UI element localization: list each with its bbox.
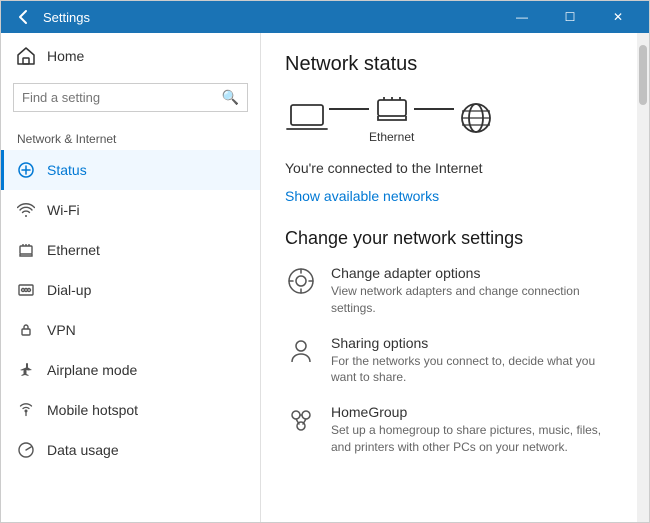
adapter-options-icon xyxy=(285,265,317,297)
homegroup-svg-icon xyxy=(286,405,316,435)
sidebar-item-ethernet-label: Ethernet xyxy=(47,242,100,258)
laptop-icon-group xyxy=(285,101,329,135)
sidebar-item-airplane-label: Airplane mode xyxy=(47,362,137,378)
sidebar-item-hotspot-label: Mobile hotspot xyxy=(47,402,138,418)
sidebar-item-ethernet[interactable]: Ethernet xyxy=(1,230,260,270)
sidebar-item-dialup-label: Dial-up xyxy=(47,282,91,298)
adapter-options-item: Change adapter options View network adap… xyxy=(285,265,613,317)
homegroup-item: HomeGroup Set up a homegroup to share pi… xyxy=(285,404,613,456)
window-controls: — ☐ ✕ xyxy=(499,1,641,33)
laptop-icon xyxy=(285,101,329,135)
ethernet-icon xyxy=(17,241,35,259)
sidebar-item-status[interactable]: Status xyxy=(1,150,260,190)
net-line-2 xyxy=(414,108,454,110)
ethernet-diagram-label: Ethernet xyxy=(369,130,414,144)
back-button[interactable] xyxy=(9,3,37,31)
sharing-options-title: Sharing options xyxy=(331,335,613,351)
globe-icon xyxy=(454,101,498,135)
home-label: Home xyxy=(47,48,84,64)
homegroup-text: HomeGroup Set up a homegroup to share pi… xyxy=(331,404,613,456)
adapter-options-desc: View network adapters and change connect… xyxy=(331,283,613,317)
router-icon xyxy=(374,92,410,126)
show-networks-link[interactable]: Show available networks xyxy=(285,188,439,204)
sharing-options-icon xyxy=(285,335,317,367)
connected-text: You're connected to the Internet xyxy=(285,160,613,176)
sidebar-item-airplane[interactable]: Airplane mode xyxy=(1,350,260,390)
status-icon xyxy=(17,161,35,179)
change-settings-title: Change your network settings xyxy=(285,228,613,249)
datausage-icon xyxy=(17,441,35,459)
section-title: Network status xyxy=(285,53,613,76)
homegroup-desc: Set up a homegroup to share pictures, mu… xyxy=(331,422,613,456)
sidebar-item-home[interactable]: Home xyxy=(1,33,260,79)
router-icon-group: Ethernet xyxy=(369,92,414,144)
network-diagram: Ethernet xyxy=(285,92,613,144)
search-icon: 🔍 xyxy=(214,89,247,106)
homegroup-title: HomeGroup xyxy=(331,404,613,420)
sidebar-item-datausage[interactable]: Data usage xyxy=(1,430,260,470)
home-icon xyxy=(17,47,35,65)
titlebar: Settings — ☐ ✕ xyxy=(1,1,649,33)
vpn-icon xyxy=(17,321,35,339)
sidebar: Home 🔍 Network & Internet Status xyxy=(1,33,261,522)
window-title: Settings xyxy=(43,10,499,25)
adapter-icon xyxy=(286,266,316,296)
sidebar-item-datausage-label: Data usage xyxy=(47,442,119,458)
search-box: 🔍 xyxy=(13,83,248,112)
net-line-1 xyxy=(329,108,369,110)
adapter-options-title: Change adapter options xyxy=(331,265,613,281)
sidebar-item-status-label: Status xyxy=(47,162,87,178)
sharing-icon xyxy=(286,336,316,366)
settings-window: Settings — ☐ ✕ Home 🔍 Network & xyxy=(0,0,650,523)
sidebar-item-vpn[interactable]: VPN xyxy=(1,310,260,350)
scrollbar[interactable] xyxy=(637,33,649,522)
content-area: Home 🔍 Network & Internet Status xyxy=(1,33,649,522)
homegroup-icon xyxy=(285,404,317,436)
sidebar-item-wifi-label: Wi-Fi xyxy=(47,202,80,218)
search-input[interactable] xyxy=(14,84,214,111)
hotspot-icon xyxy=(17,401,35,419)
sidebar-item-wifi[interactable]: Wi-Fi xyxy=(1,190,260,230)
maximize-button[interactable]: ☐ xyxy=(547,1,593,33)
sidebar-item-dialup[interactable]: Dial-up xyxy=(1,270,260,310)
sharing-options-text: Sharing options For the networks you con… xyxy=(331,335,613,387)
sharing-options-item: Sharing options For the networks you con… xyxy=(285,335,613,387)
sidebar-section-label: Network & Internet xyxy=(1,124,260,150)
minimize-button[interactable]: — xyxy=(499,1,545,33)
airplane-icon xyxy=(17,361,35,379)
scrollbar-thumb[interactable] xyxy=(639,45,647,105)
sharing-options-desc: For the networks you connect to, decide … xyxy=(331,353,613,387)
dialup-icon xyxy=(17,281,35,299)
adapter-options-text: Change adapter options View network adap… xyxy=(331,265,613,317)
sidebar-item-hotspot[interactable]: Mobile hotspot xyxy=(1,390,260,430)
close-button[interactable]: ✕ xyxy=(595,1,641,33)
main-content: Network status xyxy=(261,33,637,522)
sidebar-item-vpn-label: VPN xyxy=(47,322,76,338)
globe-icon-group xyxy=(454,101,498,135)
wifi-icon xyxy=(17,201,35,219)
